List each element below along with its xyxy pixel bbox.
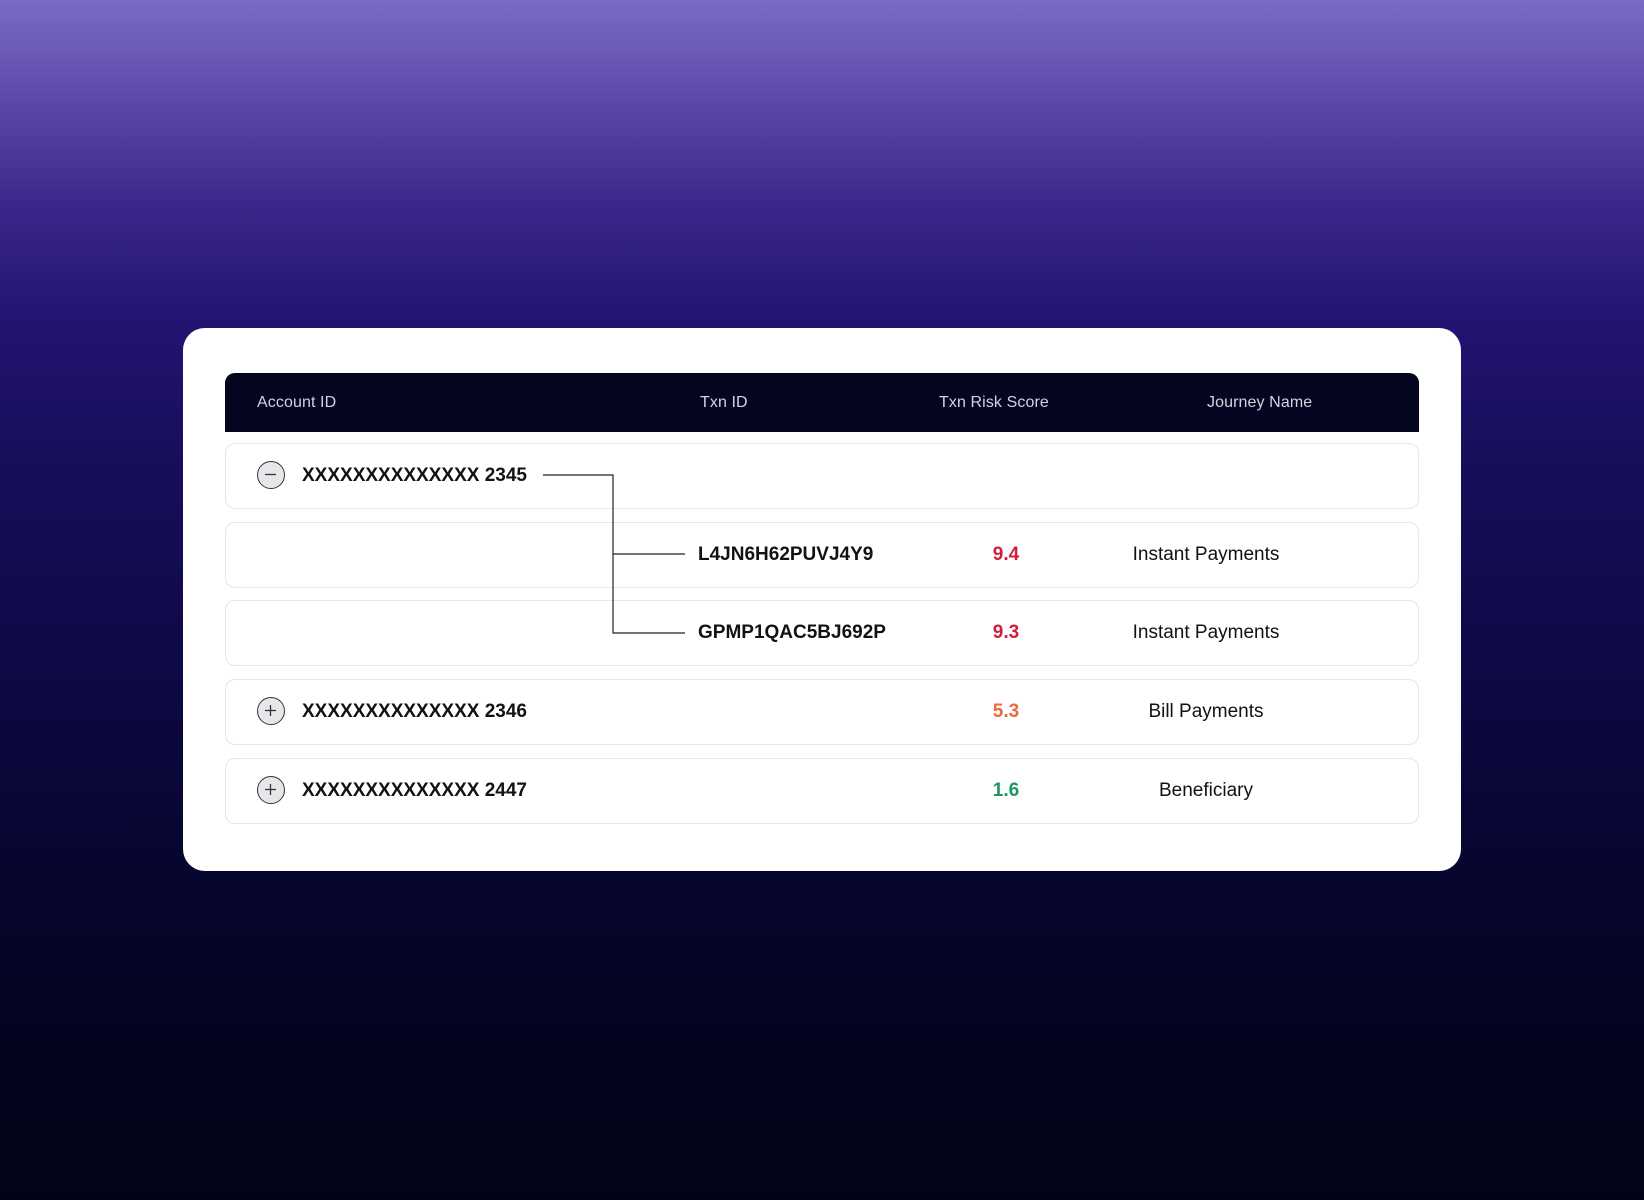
expand-button[interactable] xyxy=(257,697,285,725)
journey-name: Instant Payments xyxy=(1132,622,1280,643)
account-row-2447[interactable]: XXXXXXXXXXXXXX 2447 1.6 Beneficiary xyxy=(225,758,1419,824)
header-risk-score: Txn Risk Score xyxy=(939,394,1049,411)
txn-id: GPMP1QAC5BJ692P xyxy=(698,622,886,643)
txn-row-1[interactable]: L4JN6H62PUVJ4Y9 9.4 Instant Payments xyxy=(225,522,1419,588)
risk-score-high: 9.3 xyxy=(992,622,1020,643)
journey-name: Instant Payments xyxy=(1132,544,1280,565)
plus-circle-icon xyxy=(265,705,276,716)
header-account-id: Account ID xyxy=(257,394,337,411)
collapse-button[interactable] xyxy=(257,461,285,489)
account-id: XXXXXXXXXXXXXX 2447 xyxy=(302,780,527,801)
minus-circle-icon xyxy=(265,473,276,476)
risk-score-low: 1.6 xyxy=(992,780,1020,801)
header-txn-id: Txn ID xyxy=(700,394,748,411)
journey-name: Beneficiary xyxy=(1159,780,1253,801)
account-row-2345[interactable]: XXXXXXXXXXXXXX 2345 xyxy=(225,443,1419,509)
header-journey-name: Journey Name xyxy=(1207,394,1313,411)
risk-score-high: 9.4 xyxy=(992,544,1020,565)
journey-name: Bill Payments xyxy=(1148,701,1264,722)
risk-score-medium: 5.3 xyxy=(992,701,1020,722)
expand-button[interactable] xyxy=(257,776,285,804)
table-header: Account ID Txn ID Txn Risk Score Journey… xyxy=(225,373,1419,432)
transactions-card: Account ID Txn ID Txn Risk Score Journey… xyxy=(183,328,1461,871)
account-id: XXXXXXXXXXXXXX 2346 xyxy=(302,701,527,722)
account-id: XXXXXXXXXXXXXX 2345 xyxy=(302,465,527,486)
plus-circle-icon xyxy=(265,784,276,795)
txn-row-2[interactable]: GPMP1QAC5BJ692P 9.3 Instant Payments xyxy=(225,600,1419,666)
txn-id: L4JN6H62PUVJ4Y9 xyxy=(698,544,874,565)
account-row-2346[interactable]: XXXXXXXXXXXXXX 2346 5.3 Bill Payments xyxy=(225,679,1419,745)
